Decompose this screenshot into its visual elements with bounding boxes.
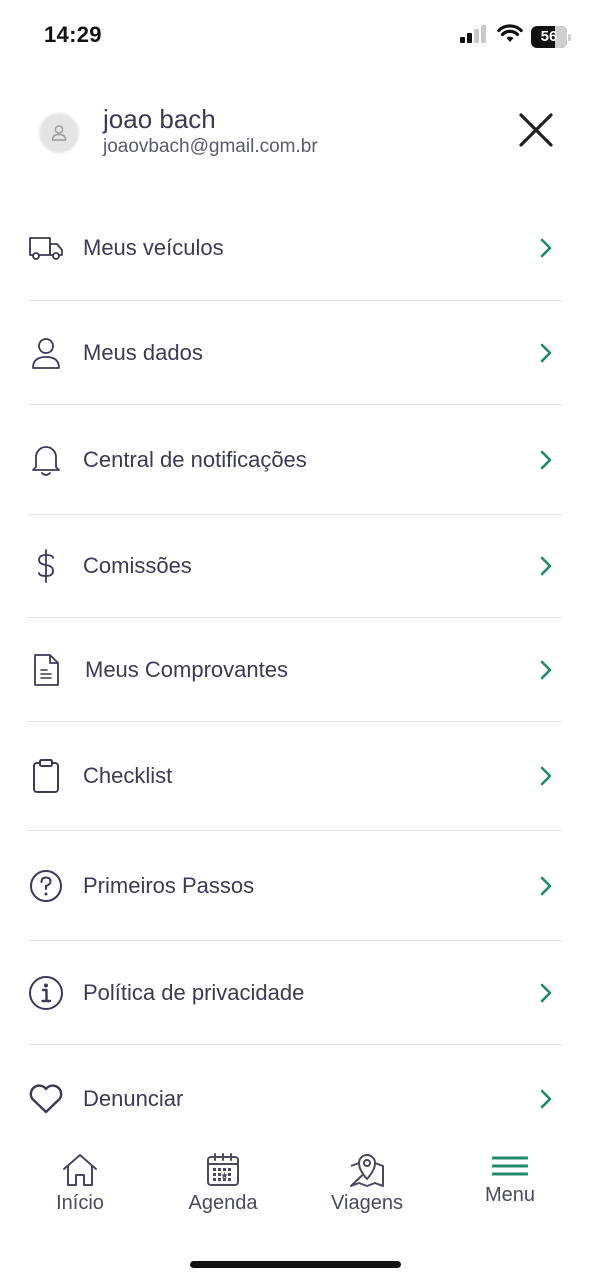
tab-viagens[interactable]: Viagens [307,1150,427,1215]
chevron-right-icon [538,1089,554,1109]
chevron-right-icon [538,556,554,576]
battery-icon: 56 [531,25,571,48]
home-indicator [190,1261,401,1268]
chevron-right-icon [538,983,554,1003]
battery-nub [568,33,571,41]
status-time: 14:29 [44,22,102,47]
chevron-right-icon [538,660,554,680]
home-icon [60,1150,100,1190]
tab-inicio[interactable]: Início [20,1150,140,1215]
user-name: joao bach [103,104,216,134]
menu-item-label: Primeiros Passos [83,872,255,898]
menu-item-label: Denunciar [83,1086,184,1111]
menu-item-meus-dados[interactable]: Meus dados [28,301,562,405]
menu-item-politica-de-privacidade[interactable]: Política de privacidade [28,941,562,1045]
menu-icon [490,1150,530,1182]
menu-item-label: Meus veículos [83,235,224,260]
menu-item-label: Política de privacidade [83,979,305,1005]
tab-menu[interactable]: Menu [450,1150,570,1207]
menu-item-label: Comissões [83,553,192,578]
close-icon [519,113,553,147]
dollar-icon [28,548,64,584]
tab-label: Início [56,1192,104,1214]
menu-item-denunciar[interactable]: Denunciar [28,1045,562,1153]
wifi-icon [497,24,523,49]
menu-item-label: Meus Comprovantes [85,656,288,682]
chevron-right-icon [538,238,554,258]
help-circle-icon [28,868,64,904]
document-icon [28,652,64,688]
close-button[interactable] [516,110,556,150]
chevron-right-icon [538,343,554,363]
tab-agenda[interactable]: Agenda [163,1150,283,1215]
menu-item-label: Meus dados [83,339,203,365]
menu-item-comissoes[interactable]: Comissões [28,515,562,618]
tab-label: Menu [484,1184,536,1206]
menu-item-meus-veiculos[interactable]: Meus veículos [28,196,562,301]
bell-icon [28,442,64,478]
user-email: joaovbach@gmail.com.br [103,136,318,157]
chevron-right-icon [538,766,554,786]
menu-screen: 14:29 56 joao bach joaovbach@gmail.com.b… [0,0,591,1280]
status-icons: 56 [459,24,571,49]
avatar[interactable] [38,112,80,154]
profile-header: joao bach joaovbach@gmail.com.br [36,104,556,164]
calendar-icon [203,1150,243,1190]
map-pin-icon [347,1150,387,1190]
menu-item-checklist[interactable]: Checklist [28,722,562,831]
heart-icon [28,1081,64,1117]
tab-label: Agenda [188,1192,258,1214]
menu-item-meus-comprovantes[interactable]: Meus Comprovantes [28,618,562,722]
bottom-tab-bar: Início Agenda Viagens Menu [0,1150,591,1240]
menu-item-primeiros-passos[interactable]: Primeiros Passos [28,831,562,941]
tab-label: Viagens [331,1192,403,1214]
menu-item-label: Central de notificações [83,446,307,472]
signal-icon [459,24,489,49]
menu-item-label: Checklist [83,763,173,788]
menu-item-central-de-notificacoes[interactable]: Central de notificações [28,405,562,515]
menu-list: Meus veículos Meus dados Central de noti… [28,196,562,1153]
status-bar: 14:29 56 [0,0,591,70]
chevron-right-icon [538,876,554,896]
user-icon [28,335,64,371]
truck-icon [28,230,64,266]
chevron-right-icon [538,450,554,470]
info-circle-icon [28,975,64,1011]
user-placeholder-icon [51,125,67,141]
clipboard-icon [28,758,64,794]
battery-level: 56 [540,28,558,45]
